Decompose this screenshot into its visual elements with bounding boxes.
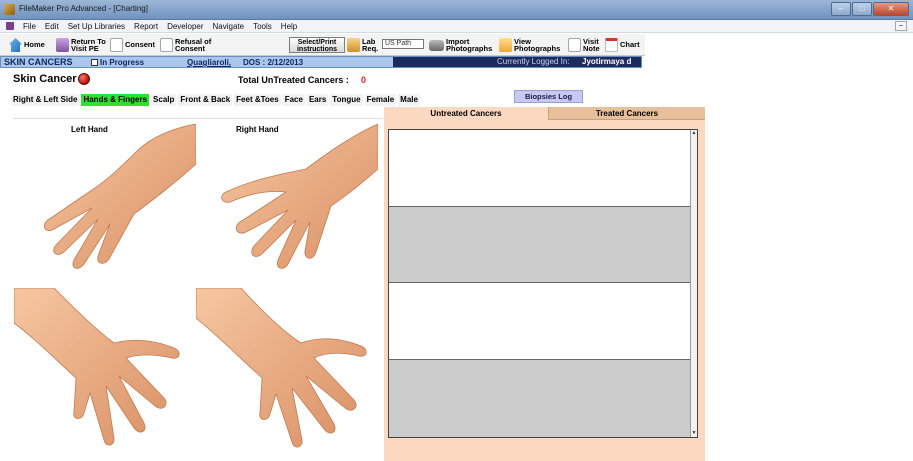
total-untreated-label: Total UnTreated Cancers : xyxy=(238,75,349,85)
menu-tools[interactable]: Tools xyxy=(253,22,272,31)
tab-tongue[interactable]: Tongue xyxy=(330,94,363,106)
list-row[interactable] xyxy=(389,130,691,207)
cancers-panel: Untreated Cancers Treated Cancers ▲ ▼ xyxy=(384,107,705,461)
visit-note-button[interactable]: Visit Note xyxy=(568,36,600,54)
logged-in-user: Jyotirmaya d xyxy=(582,57,632,66)
right-hand-back-image[interactable] xyxy=(196,288,378,458)
lab-name-field[interactable]: US Path xyxy=(382,39,424,49)
total-untreated-count: 0 xyxy=(361,75,367,85)
window-controls: – □ ✕ xyxy=(831,2,909,16)
refusal-of-consent-button[interactable]: Refusal of Consent xyxy=(160,36,211,54)
person-icon xyxy=(56,38,69,52)
photo-icon xyxy=(499,38,512,52)
camera-icon xyxy=(429,39,444,51)
document-menu-icon[interactable] xyxy=(6,22,14,30)
view-photographs-button[interactable]: View Photographs xyxy=(499,36,560,54)
import-photographs-button[interactable]: Import Photographs xyxy=(429,36,492,54)
menu-file[interactable]: File xyxy=(23,22,36,31)
filemaker-app-icon xyxy=(4,4,15,15)
chart-button[interactable]: Chart xyxy=(605,36,640,54)
lab-req-button[interactable]: Lab Req. xyxy=(347,36,378,54)
tab-male[interactable]: Male xyxy=(398,94,420,106)
tab-untreated-cancers[interactable]: Untreated Cancers xyxy=(384,107,548,120)
tab-feet-toes[interactable]: Feet &Toes xyxy=(234,94,281,106)
tab-female[interactable]: Female xyxy=(364,94,397,106)
left-hand-back-image[interactable] xyxy=(14,124,196,286)
menu-navigate[interactable]: Navigate xyxy=(213,22,245,31)
maximize-button[interactable]: □ xyxy=(852,2,872,16)
in-progress-checkbox[interactable] xyxy=(91,59,98,66)
menu-help[interactable]: Help xyxy=(281,22,297,31)
page-title: Skin Cancer xyxy=(13,73,77,85)
home-icon xyxy=(9,38,22,52)
scroll-down-arrow-icon[interactable]: ▼ xyxy=(691,430,697,437)
tab-hands-fingers[interactable]: Hands & Fingers xyxy=(81,94,150,106)
home-button[interactable]: Home xyxy=(9,36,45,54)
login-status: Currently Logged In: Jyotirmaya d xyxy=(393,57,641,67)
tab-front-back[interactable]: Front & Back xyxy=(178,94,233,106)
scroll-up-arrow-icon[interactable]: ▲ xyxy=(691,130,697,137)
tab-face[interactable]: Face xyxy=(282,94,305,106)
body-region-tabs: Right & Left Side Hands & Fingers Scalp … xyxy=(11,94,420,106)
biopsies-log-button[interactable]: Biopsies Log xyxy=(514,90,583,103)
untreated-cancers-list: ▲ ▼ xyxy=(388,129,698,438)
image-area-top-border xyxy=(13,110,383,119)
in-progress-label: In Progress xyxy=(100,58,145,67)
select-print-instructions-button[interactable]: Select/Print instructions xyxy=(289,37,345,53)
doctor-link[interactable]: Quagliaroli, xyxy=(187,58,231,67)
lab-icon xyxy=(347,38,360,52)
list-row[interactable] xyxy=(389,207,691,283)
minimize-button[interactable]: – xyxy=(831,2,851,16)
tab-right-left-side[interactable]: Right & Left Side xyxy=(11,94,80,106)
document-icon xyxy=(160,38,173,52)
patient-info-bar: SKIN CANCERS In Progress Quagliaroli, DO… xyxy=(0,56,642,68)
tab-treated-cancers[interactable]: Treated Cancers xyxy=(548,107,705,120)
menu-report[interactable]: Report xyxy=(134,22,158,31)
window-title: FileMaker Pro Advanced - [Charting] xyxy=(19,4,148,13)
note-icon xyxy=(568,38,581,52)
document-icon xyxy=(110,38,123,52)
logged-in-label: Currently Logged In: xyxy=(497,57,570,66)
return-to-visit-pe-button[interactable]: Return To Visit PE xyxy=(56,36,106,54)
menu-edit[interactable]: Edit xyxy=(45,22,59,31)
menu-bar: File Edit Set Up Libraries Report Develo… xyxy=(0,20,913,33)
menu-developer[interactable]: Developer xyxy=(167,22,203,31)
left-hand-palm-image[interactable] xyxy=(14,288,196,458)
date-of-service: DOS : 2/12/2013 xyxy=(243,58,304,67)
section-title: SKIN CANCERS xyxy=(4,57,73,67)
status-indicator-icon[interactable] xyxy=(78,73,90,85)
consent-button[interactable]: Consent xyxy=(110,36,155,54)
tab-ears[interactable]: Ears xyxy=(306,94,329,106)
right-hand-palm-image[interactable] xyxy=(196,124,378,286)
menu-set-up-libraries[interactable]: Set Up Libraries xyxy=(68,22,125,31)
document-restore-button[interactable]: – xyxy=(895,21,907,31)
tab-scalp[interactable]: Scalp xyxy=(151,94,177,106)
toolbar: Home Return To Visit PE Consent Refusal o… xyxy=(0,34,645,56)
list-row[interactable] xyxy=(389,283,691,360)
close-button[interactable]: ✕ xyxy=(873,2,909,16)
pdf-chart-icon xyxy=(605,38,618,52)
list-row[interactable] xyxy=(389,360,691,437)
window-title-bar: FileMaker Pro Advanced - [Charting] – □ … xyxy=(0,0,913,20)
list-scrollbar[interactable]: ▲ ▼ xyxy=(690,130,697,437)
